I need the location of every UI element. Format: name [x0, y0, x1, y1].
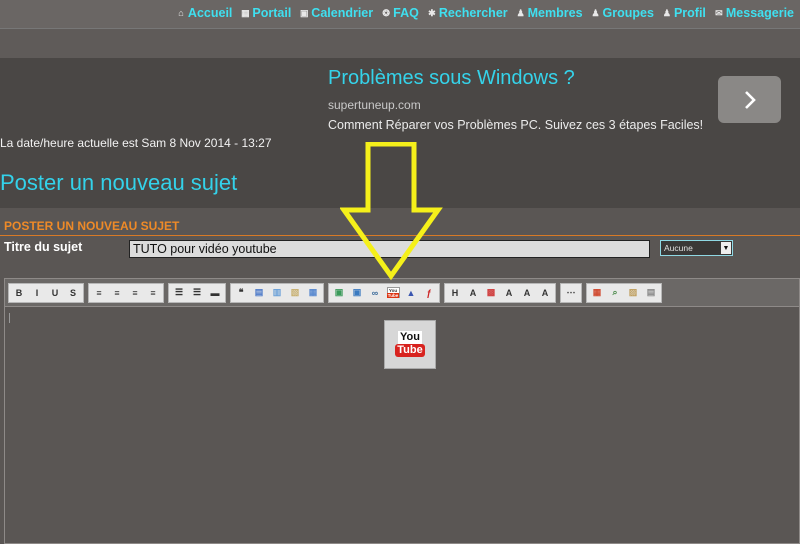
toolbar-group: ▣ ▣ ∞ You Tube ▲ ƒ	[328, 282, 440, 303]
nav-link-messagerie[interactable]: ✉ Messagerie	[714, 6, 794, 20]
toolbar-group: H A ▩ A A A	[444, 282, 556, 303]
dailymotion-icon[interactable]: ▲	[403, 285, 419, 301]
toolbar-group: ⋯	[560, 282, 582, 303]
nav-link-calendrier[interactable]: ▣ Calendrier	[299, 6, 373, 20]
color-icon[interactable]: ▩	[483, 285, 499, 301]
nav-link-profil[interactable]: ♟ Profil	[662, 6, 706, 20]
ad-description[interactable]: Comment Réparer vos Problèmes PC. Suivez…	[328, 118, 703, 132]
host-image-icon[interactable]: ▣	[349, 285, 365, 301]
font-style-icon[interactable]: A	[519, 285, 535, 301]
font-icon[interactable]: A	[465, 285, 481, 301]
members-icon: ♟	[516, 8, 525, 18]
numbered-list-icon[interactable]: ☰	[189, 285, 205, 301]
calendar-icon: ▣	[300, 8, 309, 18]
nav-link-label: Messagerie	[725, 6, 794, 20]
nav-links: ⌂ Accueil ▦ Portail ▣ Calendrier ❂ FAQ ✱ Recherch…	[176, 6, 794, 20]
message-editor: B I U S ≡ ≡ ≡ ≡ ☰ ☰ ▬ ❝ ▤ ▥ ▧ ▦ ▣ ▣ ∞ You Tube ▲ ƒ H A ▩ A A A ⋯ ▦ ⌕ ▨ ▤ …	[4, 278, 800, 544]
flash-icon[interactable]: ƒ	[421, 285, 437, 301]
section-title: POSTER UN NOUVEAU SUJET	[4, 219, 180, 233]
nav-link-label: Calendrier	[311, 6, 374, 20]
toolbar-group: ▦ ⌕ ▨ ▤	[586, 282, 662, 303]
message-textarea[interactable]: You Tube	[5, 307, 799, 543]
bold-icon[interactable]: B	[11, 285, 27, 301]
ad-url[interactable]: supertuneup.com	[328, 98, 421, 112]
italic-icon[interactable]: I	[29, 285, 45, 301]
align-right-icon[interactable]: ≡	[127, 285, 143, 301]
remove-format-icon[interactable]: A	[537, 285, 553, 301]
topic-type-select[interactable]: Aucune ▼	[660, 240, 733, 256]
search-text-icon[interactable]: ⌕	[607, 285, 623, 301]
toolbar-group: ❝ ▤ ▥ ▧ ▦	[230, 282, 324, 303]
underline-icon[interactable]: U	[47, 285, 63, 301]
text-cursor	[9, 313, 10, 323]
more-icon[interactable]: ⋯	[563, 285, 579, 301]
toolbar-group: ☰ ☰ ▬	[168, 282, 226, 303]
horizontal-rule-icon[interactable]: ▬	[207, 285, 223, 301]
ad-next-button[interactable]	[718, 76, 781, 123]
table-icon[interactable]: ▦	[305, 285, 321, 301]
nav-link-label: Portail	[252, 6, 292, 20]
faq-icon: ❂	[382, 8, 390, 18]
youtube-embed-preview[interactable]: You Tube	[384, 320, 436, 369]
nav-link-label: Profil	[673, 6, 706, 20]
nav-link-label: FAQ	[393, 6, 419, 20]
nav-link-label: Membres	[527, 6, 583, 20]
nav-link-portail[interactable]: ▦ Portail	[240, 6, 291, 20]
nav-link-membres[interactable]: ♟ Membres	[516, 6, 583, 20]
page-title: Poster un nouveau sujet	[0, 170, 238, 195]
nav-link-label: Groupes	[602, 6, 654, 20]
youtube-icon[interactable]: You Tube	[385, 285, 401, 301]
image-icon[interactable]: ▣	[331, 285, 347, 301]
align-left-icon[interactable]: ≡	[91, 285, 107, 301]
groups-icon: ♟	[591, 8, 600, 18]
nav-link-label: Accueil	[187, 6, 233, 20]
nav-link-accueil[interactable]: ⌂ Accueil	[176, 6, 232, 20]
spoiler-icon[interactable]: ▥	[269, 285, 285, 301]
chevron-down-icon[interactable]: ▼	[721, 242, 731, 254]
home-icon: ⌂	[178, 8, 184, 18]
align-center-icon[interactable]: ≡	[109, 285, 125, 301]
font-size-icon[interactable]: A	[501, 285, 517, 301]
nav-link-label: Rechercher	[438, 6, 508, 20]
nav-link-faq[interactable]: ❂ FAQ	[381, 6, 419, 20]
date-icon[interactable]: ▦	[589, 285, 605, 301]
code-icon[interactable]: ▤	[251, 285, 267, 301]
mail-icon: ✉	[715, 8, 723, 18]
header-strip	[0, 28, 800, 58]
youtube-logo-you: You	[398, 330, 422, 344]
chevron-right-icon	[744, 90, 756, 109]
hide-icon[interactable]: ▧	[287, 285, 303, 301]
current-datetime: La date/heure actuelle est Sam 8 Nov 201…	[0, 136, 272, 150]
portal-icon: ▦	[241, 8, 250, 18]
select-value: Aucune	[664, 243, 693, 253]
youtube-mini-tube: Tube	[386, 292, 400, 298]
source-icon[interactable]: ▤	[643, 285, 659, 301]
toolbar-group: ≡ ≡ ≡ ≡	[88, 282, 164, 303]
nav-link-rechercher[interactable]: ✱ Rechercher	[427, 6, 508, 20]
ad-title[interactable]: Problèmes sous Windows ?	[328, 67, 575, 90]
align-justify-icon[interactable]: ≡	[145, 285, 161, 301]
youtube-logo-icon: You Tube	[395, 330, 425, 359]
nav-link-groupes[interactable]: ♟ Groupes	[591, 6, 654, 20]
toolbar-group: BIUS	[8, 282, 84, 303]
clipboard-icon[interactable]: ▨	[625, 285, 641, 301]
heading-icon[interactable]: H	[447, 285, 463, 301]
top-navigation: ⌂ Accueil ▦ Portail ▣ Calendrier ❂ FAQ ✱ Recherch…	[0, 0, 800, 28]
bullet-list-icon[interactable]: ☰	[171, 285, 187, 301]
quote-icon[interactable]: ❝	[233, 285, 249, 301]
youtube-mini-logo: You Tube	[386, 287, 400, 298]
youtube-logo-tube: Tube	[395, 343, 425, 357]
strikethrough-icon[interactable]: S	[65, 285, 81, 301]
link-icon[interactable]: ∞	[367, 285, 383, 301]
search-icon: ✱	[428, 8, 436, 18]
yellow-pointer-arrow-icon	[340, 142, 443, 281]
profile-icon: ♟	[662, 8, 671, 18]
editor-toolbar: B I U S ≡ ≡ ≡ ≡ ☰ ☰ ▬ ❝ ▤ ▥ ▧ ▦ ▣ ▣ ∞ You Tube ▲ ƒ H A ▩ A A A ⋯ ▦ ⌕ ▨ ▤	[5, 279, 799, 307]
subject-label: Titre du sujet	[4, 240, 83, 254]
